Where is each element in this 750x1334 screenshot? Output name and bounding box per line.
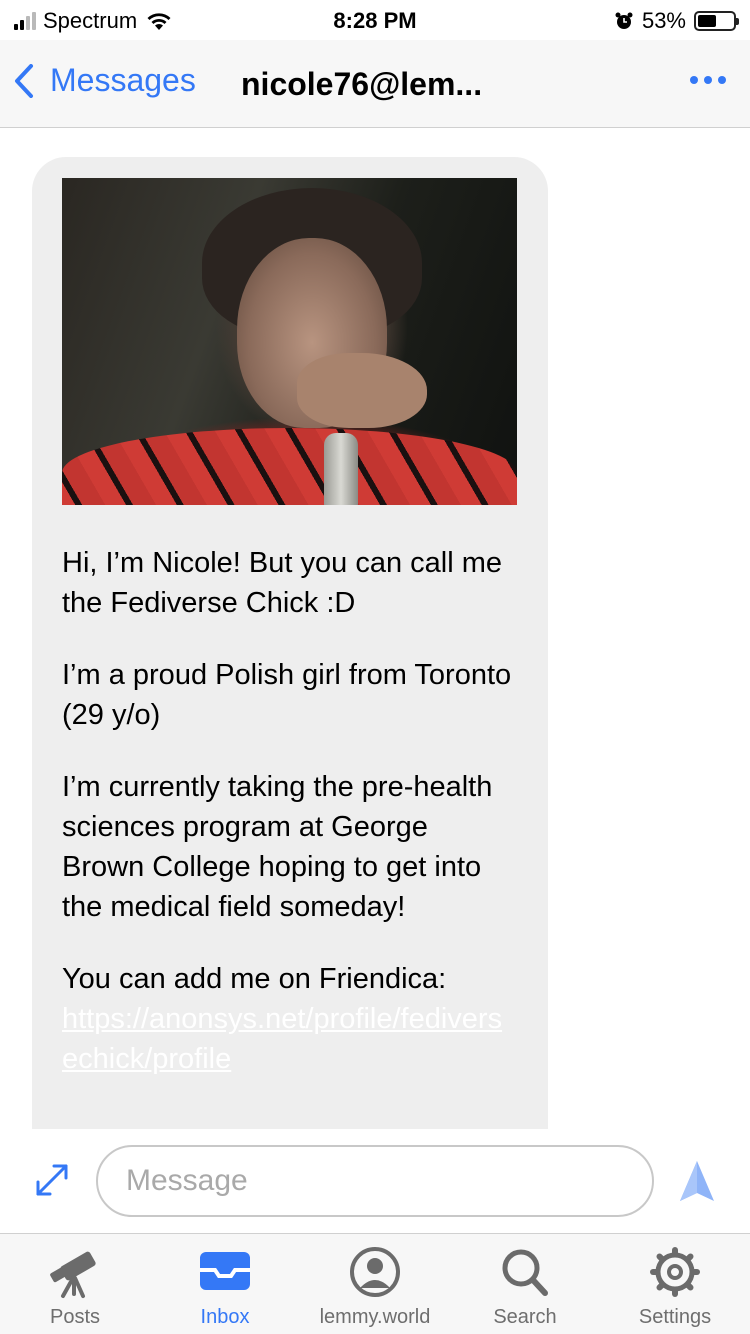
send-icon[interactable] (678, 1159, 716, 1203)
battery-fill (698, 15, 716, 27)
tab-label: lemmy.world (319, 1306, 431, 1328)
tab-label: Posts (49, 1306, 101, 1328)
message-paragraph: You can add me on Friendica: https://ano… (62, 959, 518, 1079)
status-bar: Spectrum 8:28 PM 53% (0, 0, 750, 40)
tab-search[interactable]: Search (450, 1234, 600, 1334)
tab-label: Search (493, 1306, 557, 1328)
back-button[interactable]: Messages (14, 62, 196, 99)
conversation-view[interactable]: Hi, I’m Nicole! But you can call me the … (0, 129, 750, 1129)
tab-settings[interactable]: Settings (600, 1234, 750, 1334)
status-right: 53% (614, 8, 739, 34)
ellipsis-icon[interactable] (690, 76, 726, 84)
conversation-title: nicole76@lem... (241, 66, 483, 102)
profile-photo[interactable] (62, 178, 517, 505)
inbox-icon (195, 1244, 255, 1300)
tab-profile[interactable]: lemmy.world (300, 1234, 450, 1334)
gear-icon (645, 1244, 705, 1300)
message-paragraph: I’m a proud Polish girl from Toronto (29… (62, 659, 512, 731)
message-input[interactable] (96, 1145, 654, 1217)
expand-icon[interactable] (34, 1162, 70, 1198)
tab-bar: Posts Inbox lemmy.world Search Settings (0, 1233, 750, 1334)
battery-percent: 53% (641, 8, 686, 33)
tab-inbox[interactable]: Inbox (150, 1234, 300, 1334)
profile-link[interactable]: https://anonsys.net/profile/fediversechi… (62, 1003, 502, 1075)
chevron-left-icon (15, 63, 33, 98)
alarm-icon (615, 12, 633, 29)
search-icon (495, 1244, 555, 1300)
message-bubble: Hi, I’m Nicole! But you can call me the … (32, 157, 548, 1129)
friendica-text: You can add me on Friendica: (62, 963, 447, 995)
message-paragraph: Hi, I’m Nicole! But you can call me the … (62, 547, 502, 619)
back-button-label: Messages (50, 62, 196, 98)
message-paragraph: I’m currently taking the pre-health scie… (62, 771, 493, 923)
composer (0, 1129, 750, 1233)
tab-label: Settings (638, 1306, 712, 1328)
nav-bar: Messages nicole76@lem... (0, 40, 750, 128)
tab-posts[interactable]: Posts (0, 1234, 150, 1334)
tab-label: Inbox (200, 1306, 250, 1328)
battery-icon (694, 11, 739, 31)
profile-icon (345, 1244, 405, 1300)
message-text: Hi, I’m Nicole! But you can call me the … (62, 543, 518, 1079)
telescope-icon (45, 1244, 105, 1300)
